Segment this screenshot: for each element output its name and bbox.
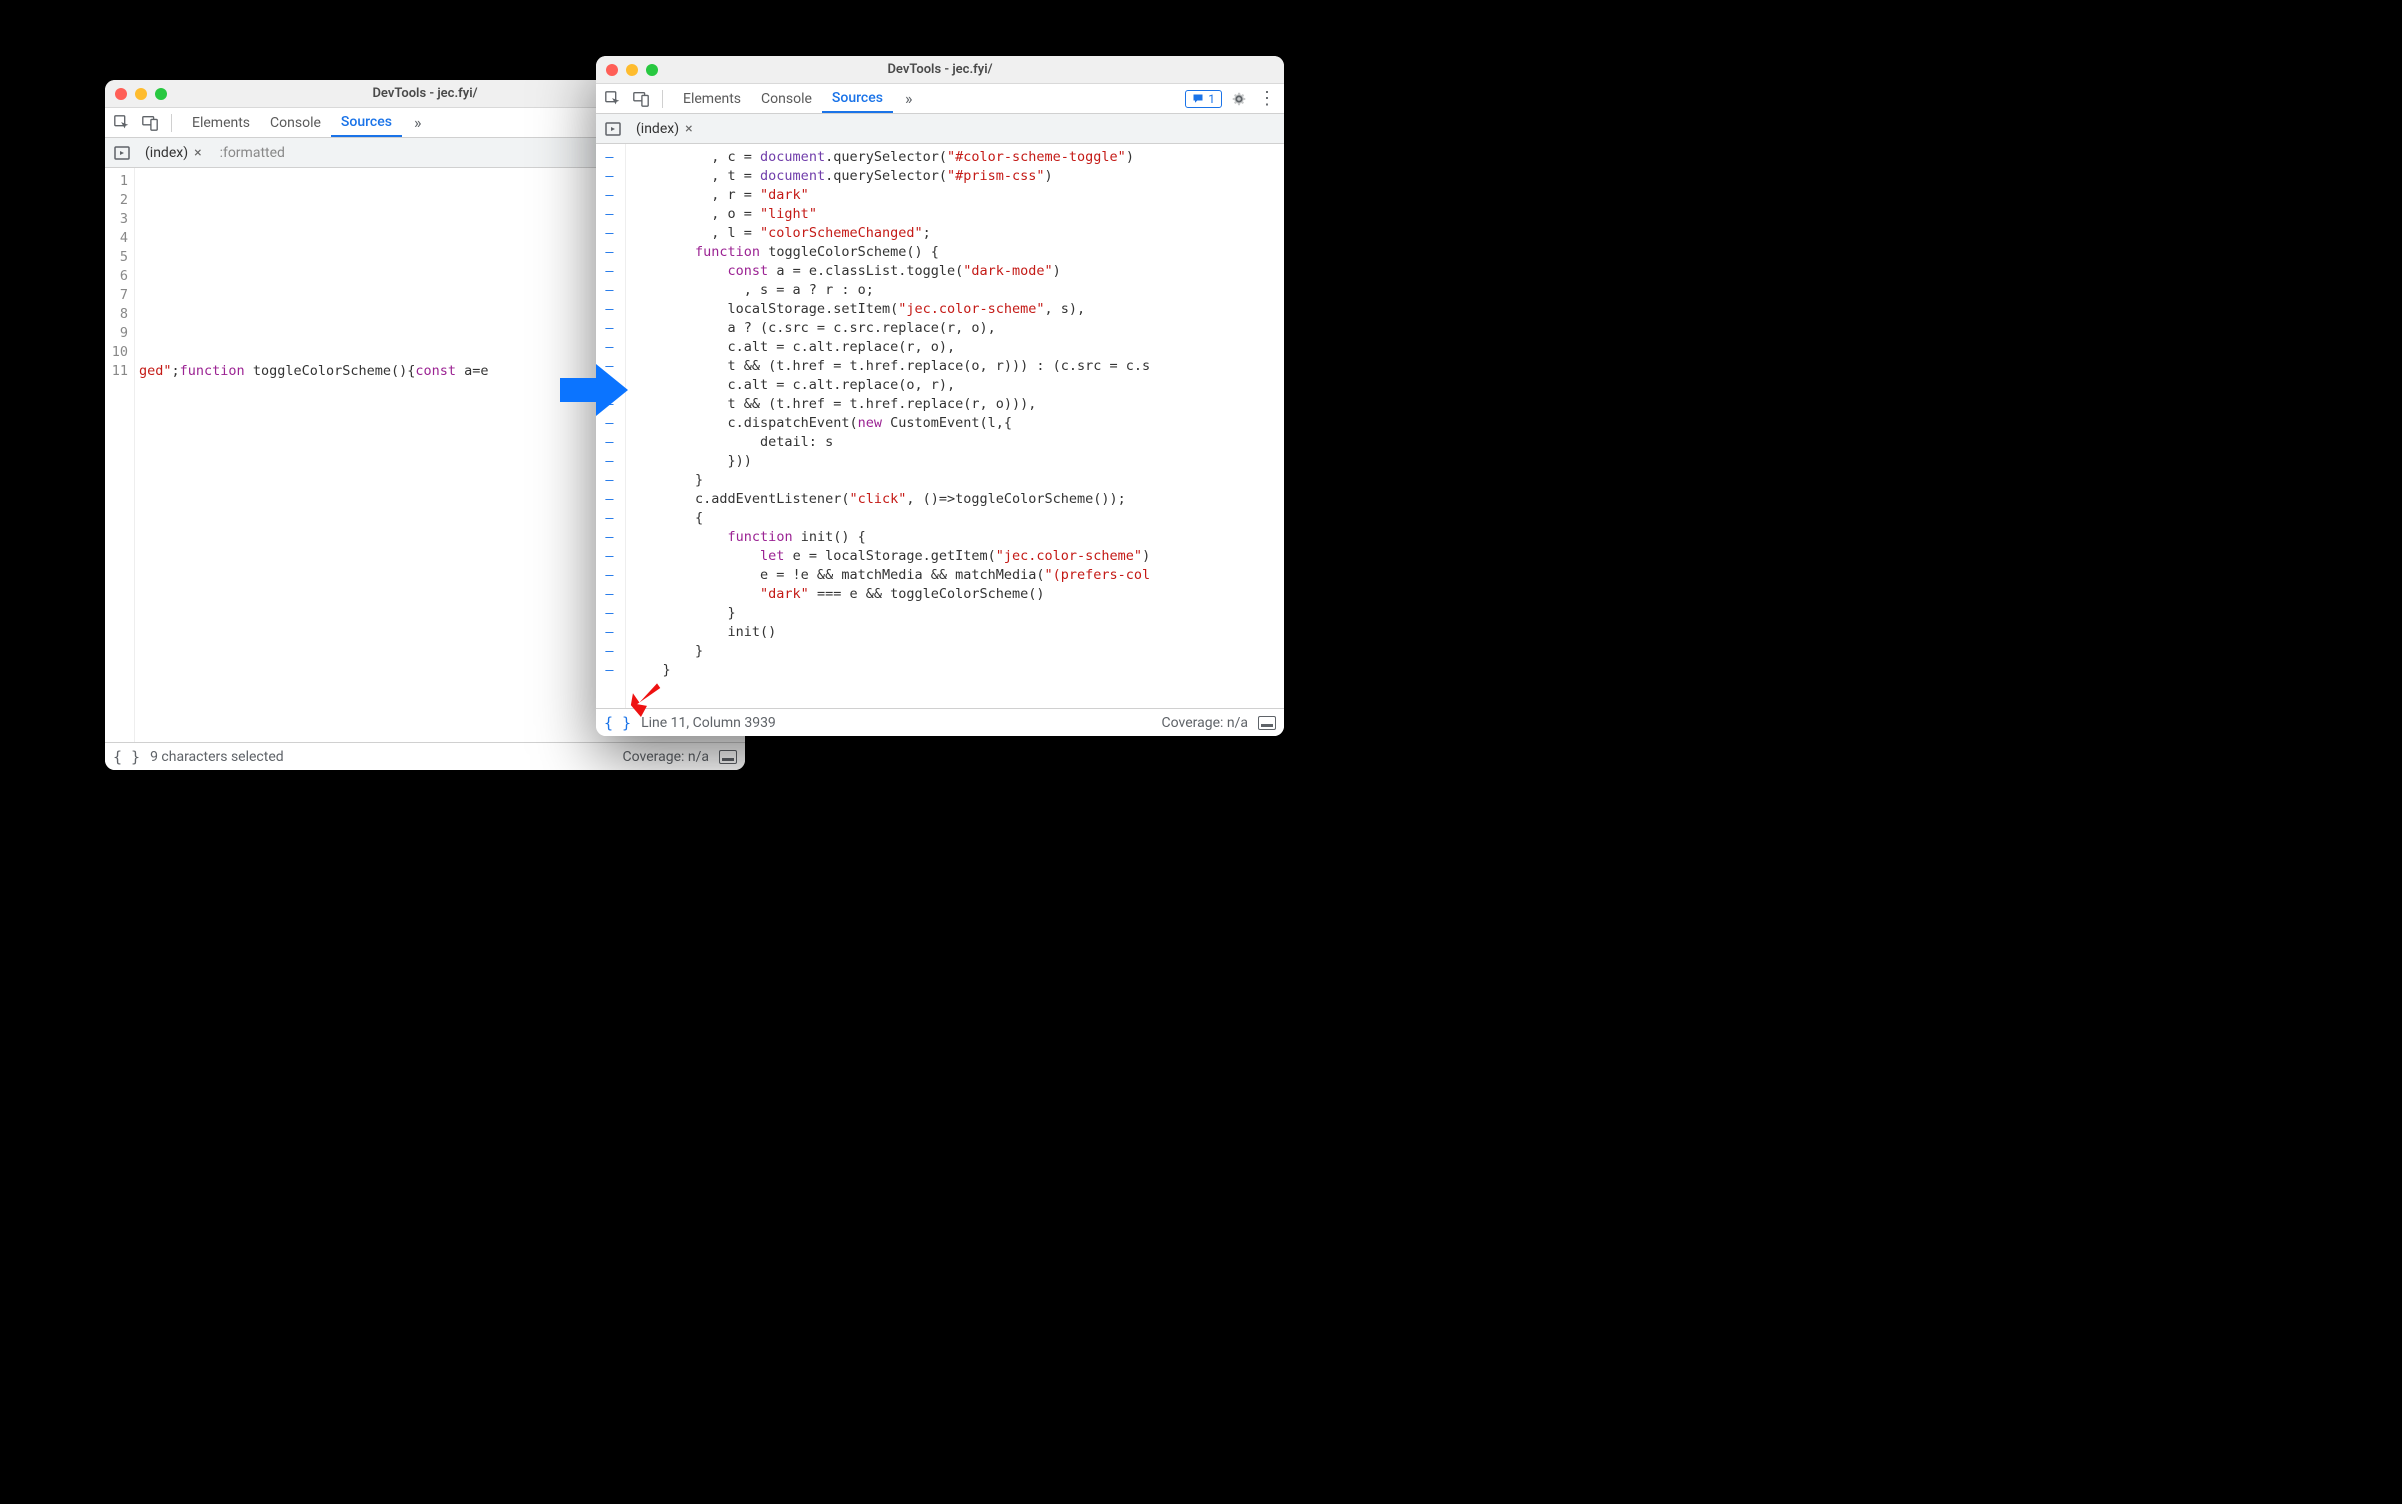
panel-tabs: Elements Console Sources bbox=[673, 84, 893, 113]
close-icon[interactable] bbox=[115, 88, 127, 100]
file-tabbar: (index) × bbox=[596, 114, 1284, 144]
close-tab-icon[interactable]: × bbox=[685, 121, 692, 137]
device-icon[interactable] bbox=[630, 88, 652, 110]
titlebar[interactable]: DevTools - jec.fyi/ bbox=[596, 56, 1284, 84]
code-editor[interactable]: –––––––––––––––––––––––––––– , c = docum… bbox=[596, 144, 1284, 708]
devtools-window-right: DevTools - jec.fyi/ Elements Console Sou… bbox=[596, 56, 1284, 736]
devtools-toolbar: Elements Console Sources » 1 ⋮ bbox=[596, 84, 1284, 114]
more-tabs-icon[interactable]: » bbox=[899, 89, 919, 108]
issues-badge[interactable]: 1 bbox=[1185, 90, 1222, 108]
message-icon bbox=[1192, 93, 1204, 105]
kebab-icon[interactable]: ⋮ bbox=[1256, 88, 1278, 110]
file-tab-index[interactable]: (index) × bbox=[630, 114, 699, 143]
tab-console[interactable]: Console bbox=[260, 108, 331, 137]
tab-console[interactable]: Console bbox=[751, 84, 822, 113]
status-text: 9 characters selected bbox=[150, 749, 284, 765]
file-tab-label: :formatted bbox=[220, 145, 285, 161]
window-title: DevTools - jec.fyi/ bbox=[596, 62, 1284, 77]
toggle-drawer-icon[interactable] bbox=[719, 750, 737, 764]
traffic-lights bbox=[115, 88, 167, 100]
inspect-icon[interactable] bbox=[602, 88, 624, 110]
close-tab-icon[interactable]: × bbox=[194, 145, 201, 161]
panel-tabs: Elements Console Sources bbox=[182, 108, 402, 137]
separator bbox=[662, 90, 663, 108]
inspect-icon[interactable] bbox=[111, 112, 133, 134]
line-gutter: –––––––––––––––––––––––––––– bbox=[596, 144, 626, 708]
gear-icon[interactable] bbox=[1228, 88, 1250, 110]
file-tab-label: (index) bbox=[636, 121, 679, 137]
minimize-icon[interactable] bbox=[626, 64, 638, 76]
navigator-toggle-icon[interactable] bbox=[602, 118, 624, 140]
status-bar: { } Line 11, Column 3939 Coverage: n/a bbox=[596, 708, 1284, 736]
maximize-icon[interactable] bbox=[646, 64, 658, 76]
file-tab-index[interactable]: (index) × bbox=[139, 138, 208, 167]
navigator-toggle-icon[interactable] bbox=[111, 142, 133, 164]
tab-sources[interactable]: Sources bbox=[822, 84, 893, 113]
file-tab-label: (index) bbox=[145, 145, 188, 161]
separator bbox=[171, 114, 172, 132]
coverage-text: Coverage: n/a bbox=[623, 749, 709, 765]
device-icon[interactable] bbox=[139, 112, 161, 134]
maximize-icon[interactable] bbox=[155, 88, 167, 100]
tab-elements[interactable]: Elements bbox=[673, 84, 751, 113]
status-bar: { } 9 characters selected Coverage: n/a bbox=[105, 742, 745, 770]
blue-arrow-icon bbox=[560, 360, 630, 424]
file-tab-formatted[interactable]: :formatted bbox=[214, 138, 291, 167]
badge-count: 1 bbox=[1208, 92, 1215, 106]
red-arrow-icon bbox=[628, 680, 668, 724]
coverage-text: Coverage: n/a bbox=[1162, 715, 1248, 731]
more-tabs-icon[interactable]: » bbox=[408, 113, 428, 132]
tab-sources[interactable]: Sources bbox=[331, 108, 402, 137]
line-gutter: 1234567891011 bbox=[105, 168, 135, 742]
tab-elements[interactable]: Elements bbox=[182, 108, 260, 137]
minimize-icon[interactable] bbox=[135, 88, 147, 100]
pretty-print-icon[interactable]: { } bbox=[113, 748, 140, 766]
toggle-drawer-icon[interactable] bbox=[1258, 716, 1276, 730]
close-icon[interactable] bbox=[606, 64, 618, 76]
code-area[interactable]: , c = document.querySelector("#color-sch… bbox=[626, 144, 1284, 708]
traffic-lights bbox=[606, 64, 658, 76]
